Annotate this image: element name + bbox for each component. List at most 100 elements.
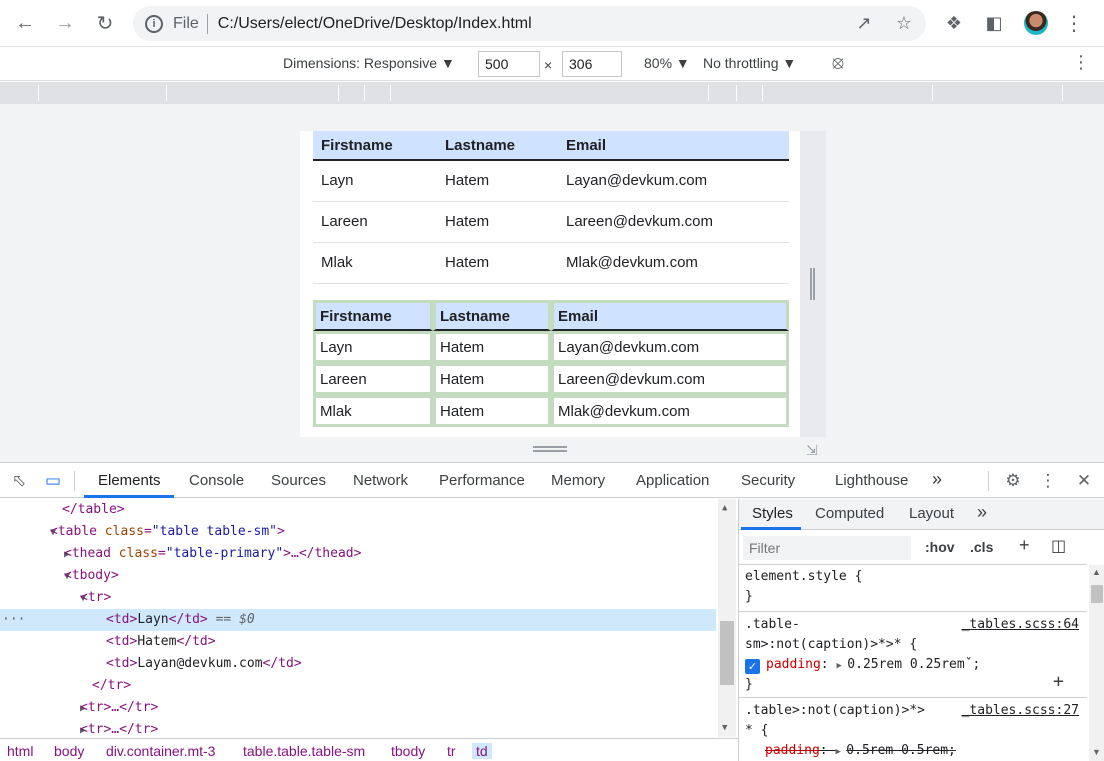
url-text[interactable]: C:/Users/elect/OneDrive/Desktop/Index.ht…: [218, 15, 532, 33]
dom-node-line[interactable]: </tr>: [0, 675, 716, 697]
styles-filter-input[interactable]: [743, 536, 911, 560]
dom-node-line[interactable]: ▼<tr>: [0, 587, 716, 609]
tab-elements[interactable]: Elements: [98, 472, 161, 489]
expanded-triangle-icon[interactable]: ▼: [0, 588, 86, 610]
breadcrumb-item[interactable]: html: [7, 743, 33, 759]
expand-triangle-icon[interactable]: ▶: [835, 747, 846, 757]
scrollbar-thumb[interactable]: [720, 621, 734, 685]
media-query-ruler[interactable]: [0, 82, 1104, 104]
dom-node-line[interactable]: </table>: [0, 499, 716, 521]
breadcrumb-item[interactable]: tr: [447, 743, 456, 759]
dom-node-line[interactable]: ▶<thead class="table-primary">…</thead>: [0, 543, 716, 565]
rotate-icon[interactable]: ⦻: [832, 52, 844, 73]
back-arrow-icon[interactable]: ←: [10, 8, 40, 38]
kebab-menu-icon[interactable]: ⋮: [1061, 10, 1087, 36]
kebab-menu-icon[interactable]: ⋮: [1037, 470, 1059, 492]
dom-tag: <table: [50, 524, 105, 539]
device-toolbar: Dimensions: Responsive ▼ × 80% ▼ No thro…: [0, 47, 1104, 81]
tab-network[interactable]: Network: [353, 472, 408, 489]
more-style-tabs-button[interactable]: »: [977, 502, 987, 523]
more-tabs-button[interactable]: »: [932, 469, 942, 490]
avatar[interactable]: [1024, 11, 1048, 35]
css-value[interactable]: 0.5rem 0.5rem: [846, 743, 948, 758]
dom-tag: <thead: [64, 546, 119, 561]
tab-application[interactable]: Application: [636, 472, 709, 489]
table-header-cell: Lastname: [437, 131, 558, 161]
tab-console[interactable]: Console: [189, 472, 244, 489]
dom-node-line[interactable]: <td>Layan@devkum.com</td>: [0, 653, 716, 675]
toggle-sidebar-icon[interactable]: ◫: [1051, 536, 1066, 556]
dom-tag: <td>: [106, 634, 138, 649]
tab-computed[interactable]: Computed: [815, 505, 884, 522]
site-info-icon[interactable]: i: [145, 14, 163, 33]
tab-security[interactable]: Security: [741, 472, 795, 489]
active-tab-indicator: [84, 495, 174, 498]
declaration-checkbox[interactable]: ✓: [745, 659, 760, 674]
gear-icon[interactable]: ⚙: [1002, 470, 1024, 492]
zoom-dropdown[interactable]: 80% ▼: [644, 55, 690, 71]
scroll-down-icon[interactable]: ▼: [1092, 747, 1101, 757]
dom-node-line[interactable]: ▼<tbody>: [0, 565, 716, 587]
dimensions-dropdown[interactable]: Dimensions: Responsive ▼: [283, 55, 455, 71]
breadcrumb-item[interactable]: body: [54, 743, 84, 759]
width-input[interactable]: [478, 51, 540, 77]
new-rule-button[interactable]: +: [1019, 535, 1030, 556]
tab-memory[interactable]: Memory: [551, 472, 605, 489]
tab-sources[interactable]: Sources: [271, 472, 326, 489]
css-property[interactable]: padding: [766, 657, 821, 672]
share-icon[interactable]: ↗: [853, 12, 875, 34]
close-icon[interactable]: ✕: [1073, 470, 1095, 492]
css-value[interactable]: 0.25rem 0.25rem: [847, 657, 964, 672]
hov-button[interactable]: :hov: [925, 539, 955, 555]
tab-lighthouse[interactable]: Lighthouse: [835, 472, 908, 489]
resize-corner-icon[interactable]: ⇲: [806, 442, 822, 458]
reload-icon[interactable]: ↻: [90, 8, 120, 38]
scroll-up-icon[interactable]: ▲: [1092, 567, 1101, 577]
expand-triangle-icon[interactable]: ▶: [836, 661, 847, 671]
forward-arrow-icon[interactable]: →: [50, 8, 80, 38]
table-cell: Layan@devkum.com: [558, 160, 789, 202]
resize-handle-bottom[interactable]: [533, 446, 567, 452]
puzzle-icon[interactable]: ❖: [941, 10, 967, 36]
dom-node-line[interactable]: ▶<tr>…</tr>: [0, 697, 716, 719]
expanded-triangle-icon[interactable]: ▼: [0, 522, 56, 544]
dom-node-line[interactable]: <td>Hatem</td>: [0, 631, 716, 653]
side-panel-icon[interactable]: ◧: [981, 10, 1007, 36]
ellipsis-icon[interactable]: ···: [2, 609, 25, 631]
tab-styles[interactable]: Styles: [752, 505, 793, 522]
css-property[interactable]: padding: [765, 743, 820, 758]
elements-scrollbar[interactable]: ▲ ▼: [718, 499, 736, 737]
rule-source-link[interactable]: _tables.scss:27: [962, 703, 1079, 718]
tab-layout[interactable]: Layout: [909, 505, 954, 522]
add-declaration-button[interactable]: +: [1053, 671, 1064, 692]
resize-handle-right[interactable]: [810, 268, 815, 300]
collapsed-triangle-icon[interactable]: ▶: [0, 720, 86, 737]
scrollbar-thumb[interactable]: [1091, 585, 1103, 603]
height-input[interactable]: [562, 51, 622, 77]
table-cell: Hatem: [437, 201, 558, 243]
dom-node-line-selected[interactable]: ··· <td>Layn</td> == $0: [0, 609, 716, 631]
breadcrumb-item[interactable]: tbody: [391, 743, 425, 759]
styles-scrollbar[interactable]: ▲ ▼: [1089, 565, 1104, 761]
collapsed-triangle-icon[interactable]: ▶: [0, 544, 70, 566]
table-cell: Hatem: [437, 242, 558, 284]
inspect-element-icon[interactable]: ⬁: [8, 470, 30, 492]
dom-node-line[interactable]: ▼<table class="table table-sm">: [0, 521, 716, 543]
dom-node-line[interactable]: ▶<tr>…</tr>: [0, 719, 716, 737]
breadcrumb-item[interactable]: div.container.mt-3: [106, 743, 215, 759]
collapsed-triangle-icon[interactable]: ▶: [0, 698, 86, 720]
scroll-down-icon[interactable]: ▼: [722, 723, 727, 733]
tab-performance[interactable]: Performance: [439, 472, 525, 489]
breadcrumb-item[interactable]: table.table.table-sm: [243, 743, 365, 759]
scroll-up-icon[interactable]: ▲: [722, 503, 727, 513]
dom-tag: </td>: [176, 634, 216, 649]
device-options-icon[interactable]: ⋮: [1072, 52, 1090, 73]
address-bar[interactable]: i File C:/Users/elect/OneDrive/Desktop/I…: [133, 6, 926, 41]
breadcrumb-item-active[interactable]: td: [472, 743, 492, 759]
throttling-dropdown[interactable]: No throttling ▼: [703, 55, 796, 71]
star-icon[interactable]: ☆: [893, 12, 915, 34]
expanded-triangle-icon[interactable]: ▼: [0, 566, 70, 588]
device-toggle-icon[interactable]: ▭: [42, 470, 64, 492]
cls-button[interactable]: .cls: [970, 539, 993, 555]
rule-source-link[interactable]: _tables.scss:64: [962, 617, 1079, 632]
